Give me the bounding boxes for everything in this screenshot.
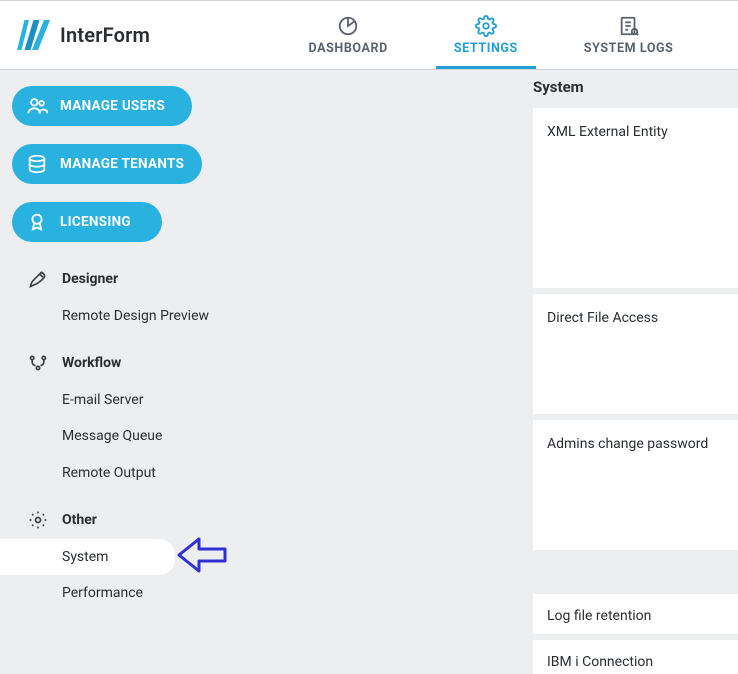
card-title: Direct File Access (547, 310, 724, 326)
nav-item-remote-design-preview[interactable]: Remote Design Preview (12, 298, 245, 334)
card-admins-change-password[interactable]: Admins change password (533, 420, 738, 550)
nav-item-remote-output[interactable]: Remote Output (12, 455, 245, 491)
button-label: MANAGE TENANTS (60, 156, 184, 172)
app-header: InterForm DASHBOARD SETTINGS SYSTEM LOGS (0, 0, 738, 70)
gear-icon (28, 510, 48, 530)
card-title: Log file retention (547, 608, 724, 624)
nav-heading-designer: Designer (12, 260, 245, 298)
nav-item-system[interactable]: System (0, 539, 175, 575)
tab-label: SETTINGS (454, 41, 518, 56)
nav-heading-label: Other (62, 512, 97, 528)
nav-heading-label: Workflow (62, 355, 121, 371)
button-label: LICENSING (60, 214, 131, 230)
card-title: XML External Entity (547, 124, 724, 140)
nav-heading-label: Designer (62, 271, 118, 287)
nav-item-performance[interactable]: Performance (12, 575, 245, 611)
tab-system-logs[interactable]: SYSTEM LOGS (566, 1, 692, 69)
tab-dashboard[interactable]: DASHBOARD (291, 1, 406, 69)
settings-content: System XML External Entity Direct File A… (245, 70, 738, 668)
settings-cards: XML External Entity Direct File Access A… (533, 108, 738, 674)
logo-area: InterForm (14, 17, 244, 53)
card-xml-external-entity[interactable]: XML External Entity (533, 108, 738, 288)
nav-section-designer: Designer Remote Design Preview (12, 260, 245, 334)
button-label: MANAGE USERS (60, 98, 165, 114)
settings-sidebar: MANAGE USERS MANAGE TENANTS LICENSING De… (0, 70, 245, 668)
tab-label: SYSTEM LOGS (584, 41, 674, 56)
page-title: System (533, 78, 584, 96)
license-badge-icon (26, 211, 48, 233)
nav-item-message-queue[interactable]: Message Queue (12, 418, 245, 454)
nav-section-other: Other System Performance (12, 501, 245, 611)
card-log-file-retention[interactable]: Log file retention (533, 594, 738, 634)
nav-heading-other: Other (12, 501, 245, 539)
licensing-button[interactable]: LICENSING (12, 202, 162, 242)
nav-item-email-server[interactable]: E-mail Server (12, 382, 245, 418)
pen-icon (28, 269, 48, 289)
tab-settings[interactable]: SETTINGS (436, 1, 536, 69)
card-ibm-i-connection[interactable]: IBM i Connection (533, 640, 738, 674)
manage-users-button[interactable]: MANAGE USERS (12, 86, 192, 126)
card-direct-file-access[interactable]: Direct File Access (533, 294, 738, 414)
interform-logo-icon (14, 17, 50, 53)
app-title: InterForm (60, 23, 150, 47)
branch-icon (28, 353, 48, 373)
manage-tenants-button[interactable]: MANAGE TENANTS (12, 144, 202, 184)
card-title: Admins change password (547, 436, 724, 452)
database-icon (26, 153, 48, 175)
logs-icon (618, 15, 640, 37)
gear-icon (475, 15, 497, 37)
nav-heading-workflow: Workflow (12, 344, 245, 382)
header-tabs: DASHBOARD SETTINGS SYSTEM LOGS (244, 1, 738, 69)
pie-chart-icon (337, 15, 359, 37)
users-icon (26, 95, 48, 117)
nav-section-workflow: Workflow E-mail Server Message Queue Rem… (12, 344, 245, 491)
tab-label: DASHBOARD (309, 41, 388, 56)
